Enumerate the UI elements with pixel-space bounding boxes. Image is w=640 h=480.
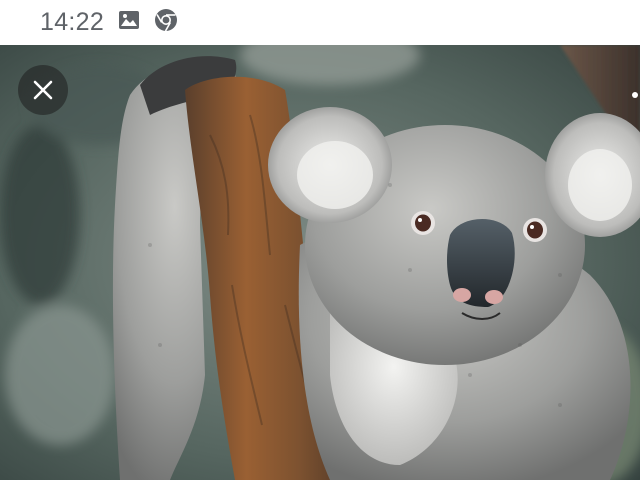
screen: 14:22 (0, 0, 640, 480)
close-button[interactable] (18, 65, 68, 115)
image-icon (118, 10, 140, 35)
chrome-icon (154, 8, 178, 37)
close-icon (33, 80, 53, 100)
page-indicator-dot (632, 92, 638, 98)
koala-photo (0, 45, 640, 480)
image-viewer[interactable] (0, 45, 640, 480)
status-time: 14:22 (40, 8, 105, 36)
status-bar: 14:22 (0, 0, 640, 45)
